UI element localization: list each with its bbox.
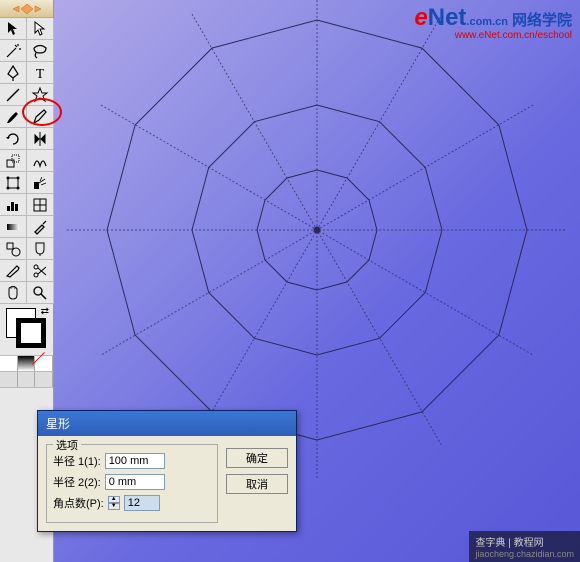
blend-tool[interactable] — [0, 238, 27, 260]
svg-text:T: T — [36, 67, 45, 82]
radius2-label: 半径 2(2): — [53, 474, 101, 490]
symbol-sprayer-tool[interactable] — [27, 172, 54, 194]
selection-tool[interactable] — [0, 18, 27, 40]
watermark-bottom: 查字典 | 教程网 jiaocheng.chazidian.com — [469, 531, 580, 562]
scale-tool[interactable] — [0, 150, 27, 172]
fieldset-legend: 选项 — [53, 437, 81, 453]
direct-selection-tool[interactable] — [27, 18, 54, 40]
color-mode-row — [0, 356, 53, 372]
star-dialog: 星形 选项 半径 1(1): 半径 2(2): 角点数(P): ▲▼ 确定 取消 — [37, 410, 297, 532]
radius1-input[interactable] — [105, 453, 165, 469]
magic-wand-tool[interactable] — [0, 40, 27, 62]
color-mode-color[interactable] — [0, 356, 18, 371]
mesh-tool[interactable] — [27, 194, 54, 216]
lasso-tool[interactable] — [27, 40, 54, 62]
points-label: 角点数(P): — [53, 495, 104, 511]
pencil-tool[interactable] — [27, 106, 54, 128]
stepper-up-icon[interactable]: ▲ — [108, 496, 120, 503]
toolbar-header — [0, 0, 53, 18]
radius1-label: 半径 1(1): — [53, 453, 101, 469]
zoom-tool[interactable] — [27, 282, 54, 304]
logo-comcn: .com.cn — [466, 16, 508, 28]
stepper-down-icon[interactable]: ▼ — [108, 503, 120, 510]
pen-tool[interactable] — [0, 62, 27, 84]
free-transform-tool[interactable] — [0, 172, 27, 194]
warp-tool[interactable] — [27, 150, 54, 172]
paintbrush-tool[interactable] — [0, 106, 27, 128]
logo-e: e — [414, 4, 427, 31]
screen-mode-row — [0, 372, 53, 388]
watermark-logo: eNet.com.cn网络学院 www.eNet.com.cn/eschool — [414, 4, 572, 41]
rotate-tool[interactable] — [0, 128, 27, 150]
ok-button[interactable]: 确定 — [226, 448, 288, 468]
screen-mode-full-menu[interactable] — [18, 372, 36, 387]
swap-fill-stroke-icon[interactable]: ⇄ — [41, 306, 49, 317]
star-tool[interactable] — [27, 84, 54, 106]
stroke-swatch[interactable] — [16, 318, 46, 348]
slice-tool[interactable] — [0, 260, 27, 282]
live-paint-tool[interactable] — [27, 238, 54, 260]
type-tool[interactable]: T — [27, 62, 54, 84]
points-stepper[interactable]: ▲▼ — [108, 496, 120, 510]
cancel-button[interactable]: 取消 — [226, 474, 288, 494]
logo-cn: 网络学院 — [512, 12, 572, 29]
dialog-title: 星形 — [38, 411, 296, 436]
radius2-input[interactable] — [105, 474, 165, 490]
eyedropper-tool[interactable] — [27, 216, 54, 238]
fill-stroke-indicator[interactable]: ⇄ — [0, 304, 53, 356]
scissors-tool[interactable] — [27, 260, 54, 282]
graph-tool[interactable] — [0, 194, 27, 216]
line-tool[interactable] — [0, 84, 27, 106]
hand-tool[interactable] — [0, 282, 27, 304]
gradient-tool[interactable] — [0, 216, 27, 238]
options-fieldset: 选项 半径 1(1): 半径 2(2): 角点数(P): ▲▼ — [46, 444, 218, 523]
watermark-bottom-site: jiaocheng.chazidian.com — [475, 549, 574, 559]
screen-mode-full[interactable] — [35, 372, 53, 387]
reflect-tool[interactable] — [27, 128, 54, 150]
watermark-bottom-text: 查字典 | 教程网 — [475, 538, 543, 549]
logo-net: Net — [428, 4, 467, 31]
screen-mode-normal[interactable] — [0, 372, 18, 387]
points-input[interactable] — [124, 495, 160, 511]
color-mode-none[interactable] — [35, 356, 53, 371]
